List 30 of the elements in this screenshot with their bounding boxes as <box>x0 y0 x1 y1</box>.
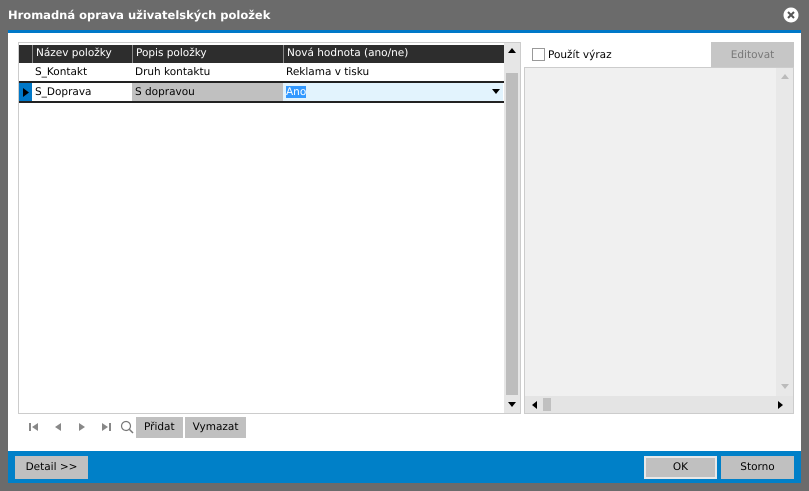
toolbar-button[interactable]: Přidat <box>136 416 183 438</box>
scroll-up-icon[interactable] <box>508 47 516 55</box>
cancel-button[interactable]: Storno <box>721 456 794 478</box>
close-icon[interactable] <box>783 7 799 23</box>
vertical-scrollbar[interactable] <box>504 43 520 413</box>
table-row[interactable]: S_Kontakt Druh kontaktu Reklama v tisku <box>19 63 504 81</box>
table-cell-text: S_Kontakt <box>34 65 88 80</box>
scroll-down-icon[interactable] <box>508 401 516 409</box>
scrollbar-thumb[interactable] <box>506 73 518 395</box>
scroll-left-icon[interactable] <box>531 400 539 408</box>
last-record-icon[interactable] <box>100 422 112 432</box>
window-title: Hromadná oprava uživatelských položek <box>8 8 270 22</box>
ok-button[interactable]: OK <box>644 456 717 478</box>
column-header[interactable]: Název položky <box>32 45 132 63</box>
dropdown-arrow-icon[interactable] <box>492 88 500 96</box>
column-header[interactable]: Popis položky <box>132 45 283 63</box>
scrollbar-thumb[interactable] <box>543 398 551 411</box>
row-pointer-icon <box>22 88 28 96</box>
table-cell-text: Reklama v tisku <box>285 65 370 80</box>
column-header[interactable]: Nová hodnota (ano/ne) <box>283 45 503 63</box>
horizontal-scrollbar[interactable] <box>525 396 793 413</box>
use-expression-checkbox[interactable]: Použít výraz <box>524 48 612 61</box>
first-record-icon[interactable] <box>28 422 40 432</box>
detail-button[interactable]: Detail >> <box>15 456 88 478</box>
table-cell: S dopravou <box>132 83 283 101</box>
scroll-right-icon[interactable] <box>777 400 785 408</box>
search-icon[interactable] <box>120 420 134 434</box>
table-row[interactable]: S_Doprava S dopravou Ano <box>19 81 504 103</box>
table-cell-text: Druh kontaktu <box>134 65 212 80</box>
toolbar-button[interactable]: Vymazat <box>184 416 246 438</box>
